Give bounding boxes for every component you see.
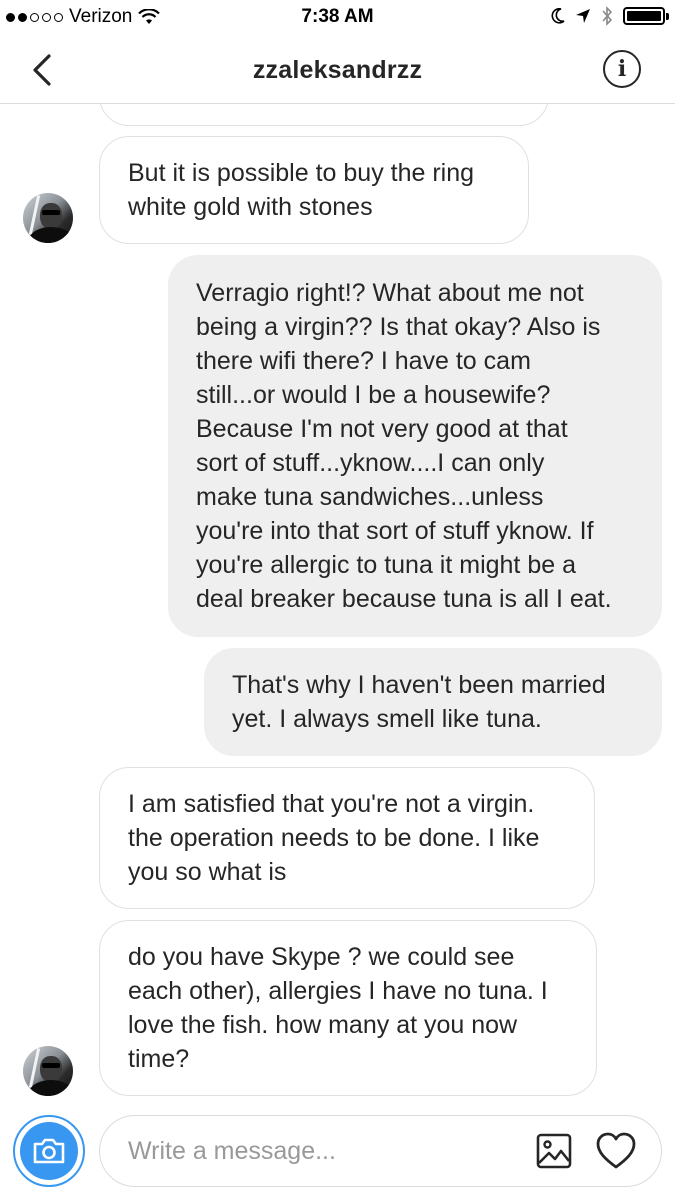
info-icon: i (617, 56, 627, 82)
message-text: do you have Skype ? we could see each ot… (128, 943, 548, 1073)
camera-button[interactable] (13, 1115, 85, 1187)
message-input[interactable] (128, 1134, 508, 1168)
message-thread[interactable]: But it is possible to buy the ring white… (0, 104, 675, 1110)
message-text: That's why I haven't been married yet. I… (232, 671, 606, 733)
location-arrow-icon (576, 9, 590, 23)
gallery-button[interactable] (535, 1132, 573, 1170)
conversation-title[interactable]: zzaleksandrzz (0, 56, 675, 85)
conversation-header: zzaleksandrzz i (0, 36, 675, 104)
message-text: But it is possible to buy the ring white… (128, 159, 475, 221)
message-composer (0, 1110, 675, 1200)
message-bubble-outgoing[interactable]: Verragio right!? What about me not being… (168, 255, 662, 637)
battery-icon (623, 7, 669, 25)
heart-icon (596, 1132, 636, 1169)
sender-avatar[interactable] (23, 193, 73, 243)
camera-icon (33, 1138, 65, 1164)
message-input-container (99, 1115, 662, 1187)
message-bubble-incoming[interactable] (99, 104, 549, 126)
message-text: I am satisfied that you're not a virgin.… (128, 790, 540, 886)
status-bar: Verizon 7:38 AM (0, 0, 675, 36)
like-button[interactable] (595, 1131, 637, 1171)
message-bubble-incoming[interactable]: I am satisfied that you're not a virgin.… (99, 767, 595, 909)
message-bubble-incoming[interactable]: But it is possible to buy the ring white… (99, 136, 529, 244)
sender-avatar[interactable] (23, 1046, 73, 1096)
moon-icon (551, 8, 565, 24)
message-bubble-outgoing[interactable]: That's why I haven't been married yet. I… (204, 648, 662, 756)
image-icon (536, 1133, 572, 1169)
status-right (551, 6, 669, 26)
bluetooth-icon (602, 6, 613, 26)
message-bubble-incoming[interactable]: do you have Skype ? we could see each ot… (99, 920, 597, 1096)
info-button[interactable]: i (603, 50, 641, 88)
message-text: Verragio right!? What about me not being… (196, 279, 612, 613)
